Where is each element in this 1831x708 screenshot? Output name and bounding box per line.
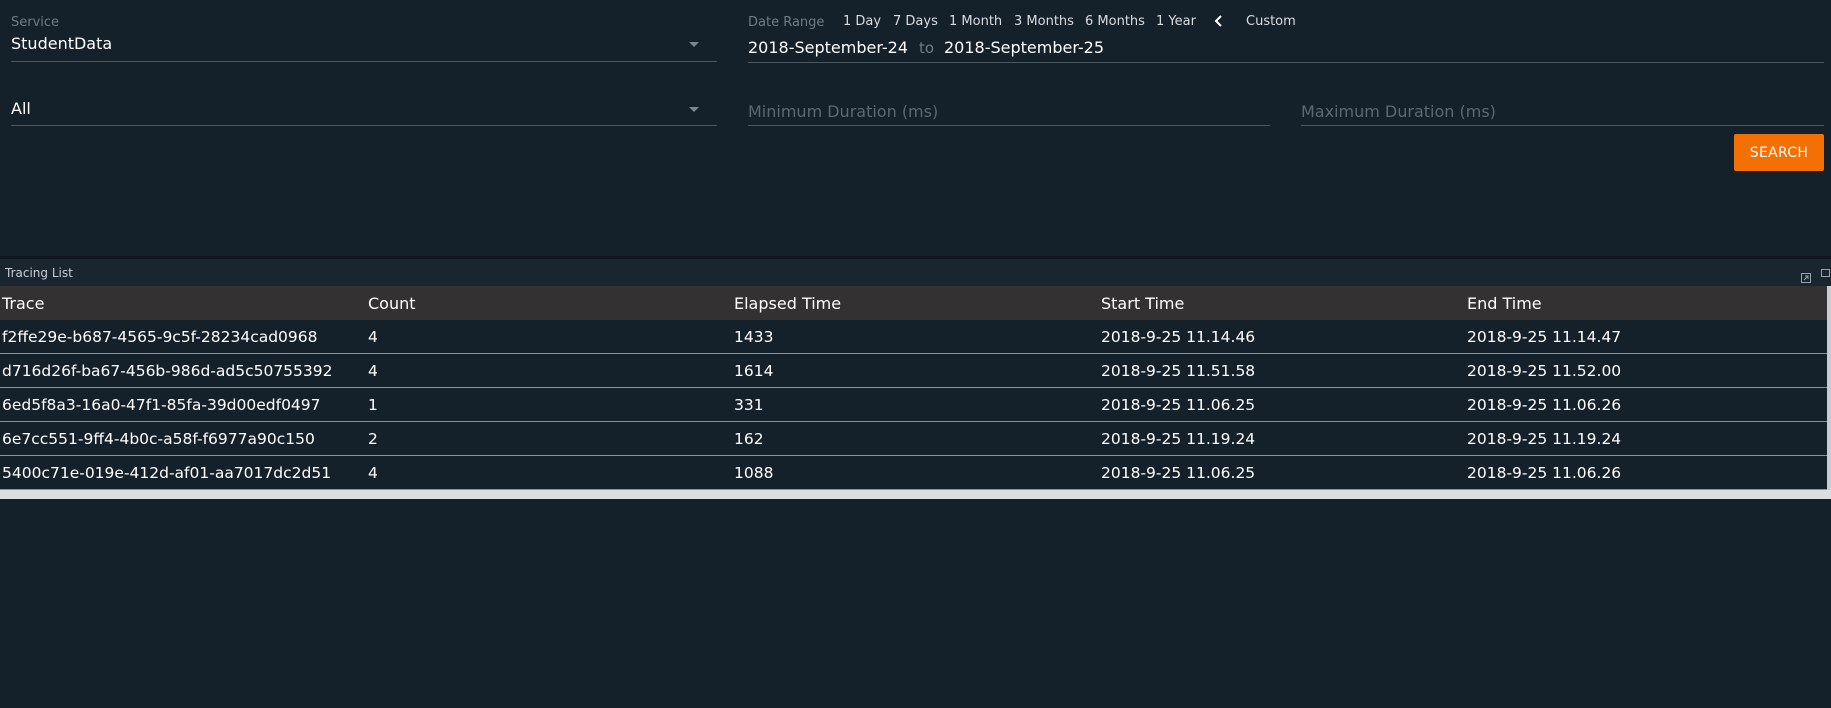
elapsed-time-cell: 1088 [732, 455, 1099, 490]
search-button[interactable]: SEARCH [1734, 134, 1824, 171]
date-to-separator: to [919, 39, 935, 57]
date-to-input[interactable]: 2018-September-25 [944, 38, 1104, 57]
endpoint-select-value: All [11, 99, 31, 118]
table-header-row: Trace Count Elapsed Time Start Time End … [0, 286, 1827, 320]
popout-icon[interactable] [1801, 268, 1811, 283]
start-time-cell: 2018-9-25 11.19.24 [1099, 421, 1465, 456]
min-duration-underline [748, 125, 1270, 126]
table-row[interactable]: 6e7cc551-9ff4-4b0c-a58f-f6977a90c150 2 1… [0, 421, 1827, 456]
end-time-cell: 2018-9-25 11.06.26 [1465, 387, 1827, 422]
elapsed-time-cell: 1433 [732, 320, 1099, 354]
range-option-1-year[interactable]: 1 Year [1156, 14, 1196, 29]
date-from-input[interactable]: 2018-September-24 [748, 38, 908, 57]
end-time-cell: 2018-9-25 11.52.00 [1465, 353, 1827, 388]
count-cell: 1 [366, 387, 732, 422]
end-time-cell: 2018-9-25 11.14.47 [1465, 320, 1827, 354]
table-row[interactable]: f2ffe29e-b687-4565-9c5f-28234cad0968 4 1… [0, 320, 1827, 354]
maximize-icon[interactable] [1821, 269, 1830, 277]
horizontal-scrollbar[interactable] [0, 490, 1831, 499]
elapsed-time-cell: 331 [732, 387, 1099, 422]
caret-down-icon [689, 107, 699, 112]
end-time-cell: 2018-9-25 11.19.24 [1465, 421, 1827, 456]
end-time-cell: 2018-9-25 11.06.26 [1465, 455, 1827, 490]
column-header-start-time[interactable]: Start Time [1099, 286, 1465, 320]
service-select-value: StudentData [11, 34, 113, 53]
column-header-elapsed-time[interactable]: Elapsed Time [732, 286, 1099, 320]
count-cell: 4 [366, 320, 732, 354]
column-header-count[interactable]: Count [366, 286, 732, 320]
range-option-1-month[interactable]: 1 Month [949, 14, 1002, 29]
start-time-cell: 2018-9-25 11.06.25 [1099, 387, 1465, 422]
start-time-cell: 2018-9-25 11.14.46 [1099, 320, 1465, 354]
table-row[interactable]: d716d26f-ba67-456b-986d-ad5c50755392 4 1… [0, 353, 1827, 388]
trace-id-cell[interactable]: 6e7cc551-9ff4-4b0c-a58f-f6977a90c150 [0, 421, 366, 456]
start-time-cell: 2018-9-25 11.51.58 [1099, 353, 1465, 388]
service-underline [11, 61, 717, 62]
tracing-table: Trace Count Elapsed Time Start Time End … [0, 286, 1827, 490]
service-label: Service [11, 15, 60, 30]
range-option-1-day[interactable]: 1 Day [843, 14, 881, 29]
range-option-7-days[interactable]: 7 Days [893, 14, 938, 29]
max-duration-input[interactable]: Maximum Duration (ms) [1301, 102, 1824, 121]
range-option-3-months[interactable]: 3 Months [1014, 14, 1074, 29]
column-header-trace[interactable]: Trace [0, 286, 366, 320]
trace-id-cell[interactable]: 5400c71e-019e-412d-af01-aa7017dc2d51 [0, 455, 366, 490]
column-header-end-time[interactable]: End Time [1465, 286, 1827, 320]
caret-down-icon [689, 42, 699, 47]
max-duration-underline [1301, 125, 1824, 126]
start-time-cell: 2018-9-25 11.06.25 [1099, 455, 1465, 490]
service-select[interactable]: StudentData [11, 34, 717, 62]
range-option-6-months[interactable]: 6 Months [1085, 14, 1145, 29]
count-cell: 4 [366, 455, 732, 490]
date-range-underline [748, 62, 1824, 63]
endpoint-underline [11, 125, 717, 126]
vertical-scrollbar[interactable] [1827, 286, 1831, 491]
min-duration-input[interactable]: Minimum Duration (ms) [748, 102, 1270, 121]
panel-title: Tracing List [5, 266, 73, 280]
count-cell: 4 [366, 353, 732, 388]
range-option-custom[interactable]: Custom [1246, 14, 1296, 29]
trace-id-cell[interactable]: d716d26f-ba67-456b-986d-ad5c50755392 [0, 353, 366, 388]
table-row[interactable]: 6ed5f8a3-16a0-47f1-85fa-39d00edf0497 1 3… [0, 387, 1827, 422]
count-cell: 2 [366, 421, 732, 456]
trace-id-cell[interactable]: f2ffe29e-b687-4565-9c5f-28234cad0968 [0, 320, 366, 354]
elapsed-time-cell: 162 [732, 421, 1099, 456]
date-range-label: Date Range [748, 15, 825, 30]
elapsed-time-cell: 1614 [732, 353, 1099, 388]
table-row[interactable]: 5400c71e-019e-412d-af01-aa7017dc2d51 4 1… [0, 455, 1827, 490]
tracing-list-panel-header: Tracing List [0, 256, 1831, 286]
trace-id-cell[interactable]: 6ed5f8a3-16a0-47f1-85fa-39d00edf0497 [0, 387, 366, 422]
chevron-left-icon[interactable] [1212, 13, 1226, 29]
endpoint-select[interactable]: All [11, 99, 717, 127]
